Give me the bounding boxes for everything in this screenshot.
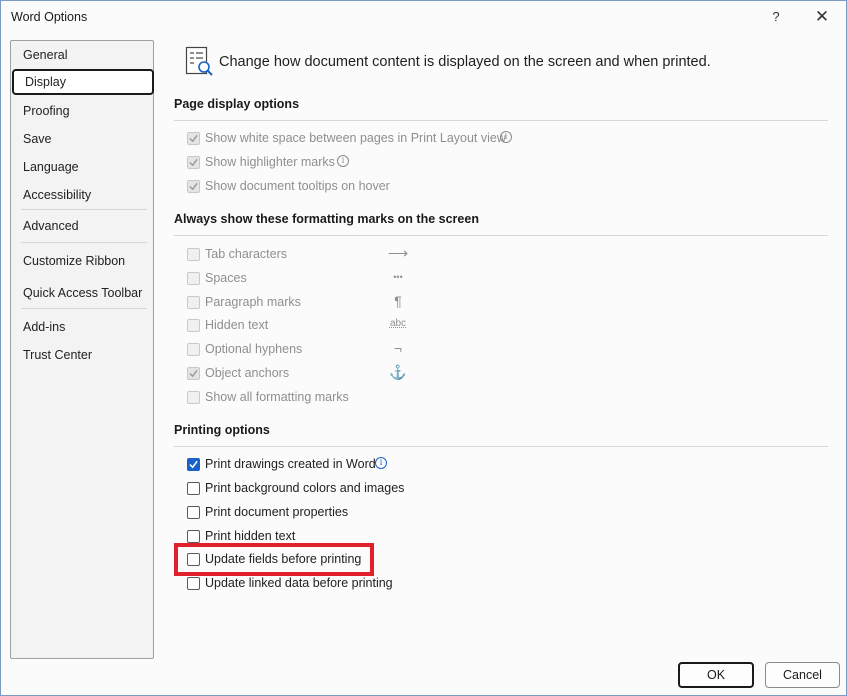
sidebar-item-trust-center[interactable]: Trust Center (11, 342, 153, 368)
help-button[interactable]: ? (759, 5, 793, 29)
ok-button[interactable]: OK (678, 662, 754, 688)
option-label: Show document tooltips on hover (205, 179, 390, 193)
word-options-dialog: Word Options ? ✕ General Display Proofin… (0, 0, 847, 696)
sidebar-item-language[interactable]: Language (11, 154, 153, 180)
dialog-title: Word Options (11, 10, 88, 24)
tab-mark-icon: ⟶ (387, 245, 409, 261)
checkbox[interactable] (187, 530, 200, 543)
space-mark-icon: ••• (393, 272, 403, 282)
checkbox[interactable] (187, 482, 200, 495)
display-options-icon (185, 46, 215, 78)
hidden-text-mark-icon: abc (389, 318, 407, 329)
checkbox[interactable] (187, 272, 200, 285)
checkbox[interactable] (187, 506, 200, 519)
sidebar-item-save[interactable]: Save (11, 126, 153, 152)
checkbox[interactable] (187, 458, 200, 471)
checkbox[interactable] (187, 156, 200, 169)
option-label: Paragraph marks (205, 295, 301, 309)
option-label: Object anchors (205, 366, 290, 380)
section-title-page-display: Page display options (174, 97, 300, 111)
checkbox[interactable] (187, 319, 200, 332)
sidebar-divider (21, 308, 147, 309)
optional-hyphen-mark-icon: ¬ (393, 340, 403, 356)
section-title-formatting-marks: Always show these formatting marks on th… (174, 212, 479, 226)
sidebar-item-accessibility[interactable]: Accessibility (11, 182, 153, 208)
close-button[interactable]: ✕ (805, 5, 839, 29)
highlight-box (174, 543, 374, 576)
sidebar-item-proofing[interactable]: Proofing (11, 98, 153, 124)
page-description: Change how document content is displayed… (219, 54, 711, 70)
paragraph-mark-icon: ¶ (394, 293, 402, 309)
checkbox[interactable] (187, 367, 200, 380)
checkbox[interactable] (187, 391, 200, 404)
sidebar-item-display[interactable]: Display (12, 69, 154, 95)
sidebar-divider (21, 209, 147, 210)
option-label: Print hidden text (205, 529, 296, 543)
sidebar-item-add-ins[interactable]: Add-ins (11, 314, 153, 340)
option-label: Show highlighter marks (205, 155, 335, 169)
sidebar-divider (21, 242, 147, 243)
title-bar: Word Options ? ✕ (1, 1, 846, 33)
info-icon[interactable]: i (375, 457, 387, 469)
option-label: Show white space between pages in Print … (205, 131, 506, 145)
option-label: Print document properties (205, 505, 349, 519)
checkbox[interactable] (187, 132, 200, 145)
option-label: Print drawings created in Word (205, 457, 376, 471)
sidebar-item-quick-access-toolbar[interactable]: Quick Access Toolbar (11, 280, 153, 306)
section-divider (174, 446, 828, 447)
option-label: Hidden text (205, 318, 269, 332)
cancel-button[interactable]: Cancel (765, 662, 840, 688)
section-divider (174, 120, 828, 121)
option-label: Optional hyphens (205, 342, 303, 356)
anchor-mark-icon: ⚓ (389, 364, 407, 380)
sidebar-item-customize-ribbon[interactable]: Customize Ribbon (11, 248, 153, 274)
checkbox[interactable] (187, 296, 200, 309)
checkbox[interactable] (187, 248, 200, 261)
option-label: Update linked data before printing (205, 576, 393, 590)
option-label: Show all formatting marks (205, 390, 349, 404)
section-divider (174, 235, 828, 236)
option-label: Print background colors and images (205, 481, 405, 495)
checkbox[interactable] (187, 343, 200, 356)
section-title-printing: Printing options (174, 423, 270, 437)
option-label: Tab characters (205, 247, 287, 261)
sidebar-item-advanced[interactable]: Advanced (11, 213, 153, 239)
info-icon[interactable]: i (500, 131, 512, 143)
sidebar-item-general[interactable]: General (11, 42, 153, 68)
checkbox[interactable] (187, 577, 200, 590)
option-label: Spaces (205, 271, 247, 285)
checkbox[interactable] (187, 180, 200, 193)
options-sidebar: General Display Proofing Save Language A… (10, 40, 154, 659)
info-icon[interactable]: i (337, 155, 349, 167)
